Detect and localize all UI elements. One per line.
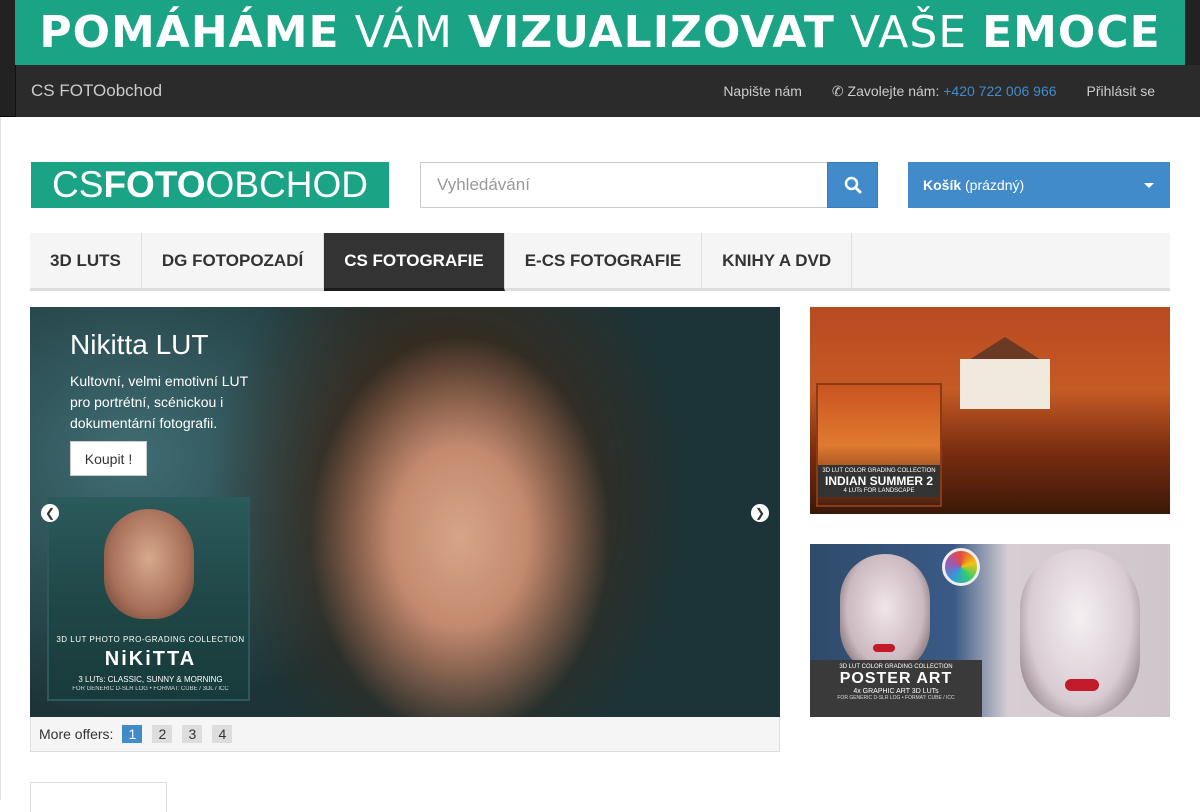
logo-part: OBCHOD (205, 164, 368, 205)
side-banner-indian-summer[interactable]: 3D LUT COLOR GRADING COLLECTION INDIAN S… (810, 307, 1170, 514)
pager-page-1[interactable]: 1 (122, 725, 143, 743)
product-caption-line: FOR GENERIC D-SLR LOG • FORMAT: CUBE / 3… (72, 686, 229, 692)
pager-page-2[interactable]: 2 (152, 725, 173, 743)
search-button[interactable] (827, 162, 878, 208)
product-caption-line: 3 LUTs: CLASSIC, SUNNY & MORNING (78, 675, 223, 684)
buy-button[interactable]: Koupit ! (70, 441, 147, 476)
product-portrait (104, 509, 194, 619)
phone-link[interactable]: +420 722 006 966 (943, 83, 1056, 99)
cart-label: Košík (923, 177, 962, 193)
caret-down-icon (1144, 183, 1154, 188)
write-us-link[interactable]: Napište nám (723, 83, 802, 100)
navbar-brand[interactable]: CS FOTOobchod (31, 81, 162, 101)
pager-label: More offers: (39, 726, 114, 742)
portrait-small (840, 554, 930, 674)
search-icon (844, 176, 861, 194)
product-caption-line: 3D LUT PHOTO PRO-GRADING COLLECTION (56, 635, 245, 644)
product-caption: 3D LUT PHOTO PRO-GRADING COLLECTION NiKi… (49, 635, 252, 692)
side-banner-poster-art[interactable]: 3D LUT COLOR GRADING COLLECTION POSTER A… (810, 544, 1170, 717)
pager-page-3[interactable]: 3 (182, 725, 203, 743)
color-wheel-icon (942, 548, 980, 586)
carousel-pager: More offers: 1 2 3 4 (30, 717, 780, 752)
portrait-large (1020, 549, 1140, 717)
caption-line: 4 LUTs FOR LANDSCAPE (843, 488, 915, 494)
menu-item-knihy-a-dvd[interactable]: KNIHY A DVD (702, 233, 853, 288)
call-us: ✆ Zavolejte nám: +420 722 006 966 (832, 83, 1057, 100)
slide-description: Kultovní, velmi emotivní LUT pro portrét… (70, 373, 248, 431)
navbar-links: Napište nám ✆ Zavolejte nám: +420 722 00… (723, 83, 1155, 100)
caption-line: FOR GENERIC D-SLR LOG • FORMAT: CUBE / I… (837, 695, 955, 701)
side-banner-caption: 3D LUT COLOR GRADING COLLECTION INDIAN S… (818, 465, 940, 497)
banner-word: POMÁHÁME (39, 7, 340, 58)
banner-word: EMOCE (982, 7, 1161, 58)
top-navbar: CS FOTOobchod Napište nám ✆ Zavolejte ná… (0, 65, 1200, 117)
banner-word: VÁM (354, 7, 453, 58)
menu-item-e-cs-fotografie[interactable]: E-CS FOTOGRAFIE (505, 233, 703, 288)
product-box-image[interactable]: 3D LUT PHOTO PRO-GRADING COLLECTION NiKi… (47, 497, 250, 701)
search-input[interactable]: Vyhledávání (420, 162, 828, 208)
banner-word: VIZUALIZOVAT (467, 7, 835, 58)
banner-word: VAŠE (849, 7, 968, 58)
banner-slogan: POMÁHÁME VÁM VIZUALIZOVAT VAŠE EMOCE (39, 7, 1160, 58)
chevron-left-icon: ❮ (44, 506, 56, 520)
logo-part: CS (52, 164, 104, 205)
category-menu: 3D LUTS DG FOTOPOZADÍ CS FOTOGRAFIE E-CS… (30, 233, 1170, 291)
phone-icon: ✆ (831, 83, 844, 99)
caption-line: INDIAN SUMMER 2 (824, 474, 933, 488)
logo-part: FOTO (103, 164, 206, 205)
portrait-lips (1065, 679, 1099, 691)
carousel-prev-button[interactable]: ❮ (41, 504, 59, 522)
carousel-next-button[interactable]: ❯ (751, 504, 769, 522)
bottom-tab[interactable] (30, 782, 167, 812)
top-banner[interactable]: POMÁHÁME VÁM VIZUALIZOVAT VAŠE EMOCE (15, 0, 1185, 65)
navbar-inner: CS FOTOobchod Napište nám ✆ Zavolejte ná… (15, 65, 1200, 117)
menu-item-cs-fotografie[interactable]: CS FOTOGRAFIE (324, 233, 505, 291)
portrait-lips (873, 644, 895, 652)
house-image (960, 359, 1050, 409)
site-logo[interactable]: CS FOTO OBCHOD (31, 162, 389, 208)
side-banner-caption: 3D LUT COLOR GRADING COLLECTION POSTER A… (810, 660, 982, 717)
cart-dropdown[interactable]: Košík (prázdný) (908, 162, 1170, 208)
menu-item-3d-luts[interactable]: 3D LUTS (30, 233, 142, 288)
chevron-right-icon: ❯ (754, 506, 766, 520)
slide-title: Nikitta LUT (70, 329, 209, 360)
pager-page-4[interactable]: 4 (212, 725, 233, 743)
call-label: Zavolejte nám: (847, 83, 940, 99)
search-placeholder: Vyhledávání (437, 175, 530, 194)
caption-line: POSTER ART (839, 670, 953, 687)
top-banner-wrapper: POMÁHÁME VÁM VIZUALIZOVAT VAŠE EMOCE (0, 0, 1200, 65)
caption-line: 4x GRAPHIC ART 3D LUTs (853, 688, 939, 695)
menu-item-dg-fotopozadi[interactable]: DG FOTOPOZADÍ (142, 233, 325, 288)
product-caption-line: NiKiTTA (104, 648, 197, 670)
hero-carousel[interactable]: Nikitta LUT Kultovní, velmi emotivní LUT… (30, 307, 780, 717)
login-link[interactable]: Přihlásit se (1087, 83, 1155, 100)
cart-status: (prázdný) (965, 177, 1025, 193)
